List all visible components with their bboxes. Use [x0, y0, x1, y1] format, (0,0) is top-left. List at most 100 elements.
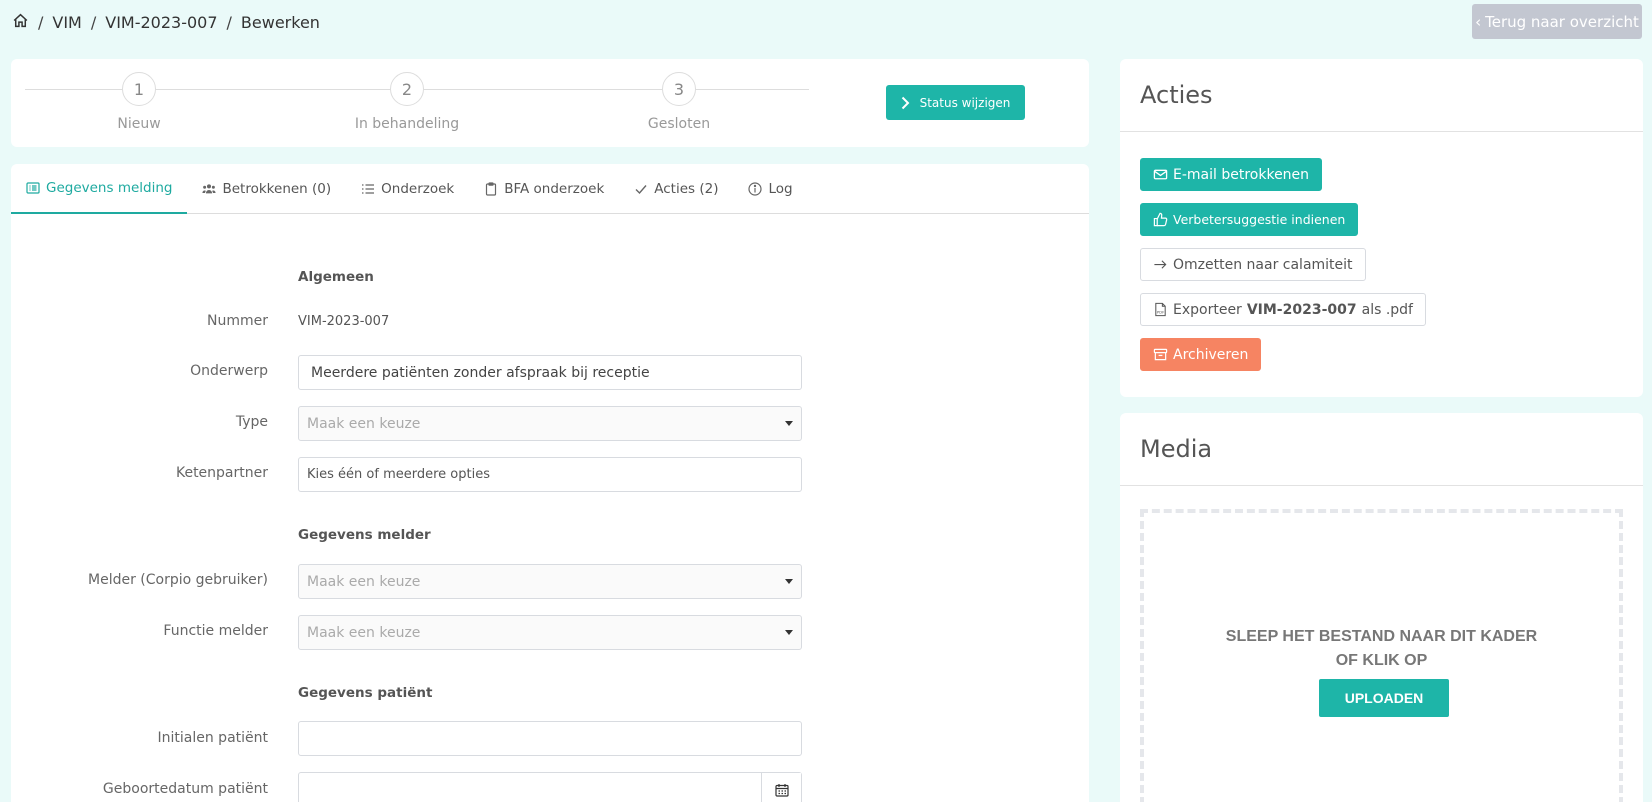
dropzone-line-1: Sleep het bestand naar dit kader	[1225, 628, 1538, 645]
tab-acties[interactable]: Acties (2)	[619, 164, 733, 214]
chevron-left-icon: ‹	[1475, 12, 1482, 31]
initialen-input[interactable]	[298, 721, 802, 756]
change-status-button[interactable]: Status wijzigen	[886, 85, 1025, 120]
suggestie-button-label: Verbetersuggestie indienen	[1173, 212, 1346, 227]
step-label: Gesloten	[647, 116, 711, 132]
step-label: Nieuw	[117, 116, 161, 132]
type-select[interactable]: Maak een keuze	[298, 406, 802, 441]
breadcrumb-item-current: Bewerken	[240, 13, 320, 32]
step-nieuw: 1 Nieuw	[39, 72, 239, 132]
functie-melder-select[interactable]: Maak een keuze	[298, 615, 802, 650]
geboortedatum-label: Geboortedatum patiënt	[102, 781, 268, 797]
arrow-right-icon	[1154, 260, 1167, 269]
dropzone-line-2: of klik op	[1335, 652, 1428, 669]
home-icon[interactable]	[12, 12, 29, 33]
step-number: 1	[122, 72, 156, 106]
melder-label: Melder (Corpio gebruiker)	[88, 572, 268, 588]
nummer-label: Nummer	[207, 313, 268, 329]
ketenpartner-multiselect[interactable]: Kies één of meerdere opties	[298, 457, 802, 492]
ketenpartner-placeholder: Kies één of meerdere opties	[307, 467, 490, 482]
ketenpartner-label: Ketenpartner	[175, 465, 268, 481]
onderwerp-value: Meerdere patiënten zonder afspraak bij r…	[311, 364, 650, 381]
geboortedatum-input[interactable]	[298, 772, 802, 802]
acties-title: Acties	[1140, 81, 1213, 109]
breadcrumb: / VIM / VIM-2023-007 / Bewerken	[12, 12, 320, 33]
upload-button-label: Uploaden	[1344, 690, 1424, 706]
top-bar: / VIM / VIM-2023-007 / Bewerken ‹ Terug …	[0, 0, 1652, 46]
check-icon	[635, 185, 647, 195]
step-in-behandeling: 2 In behandeling	[307, 72, 507, 132]
breadcrumb-separator: /	[90, 13, 97, 32]
step-number: 2	[390, 72, 424, 106]
initialen-label: Initialen patiënt	[157, 730, 269, 746]
melding-details-card: Gegevens melding Betrokkenen (0) Onderzo…	[11, 164, 1089, 802]
media-title: Media	[1140, 435, 1213, 463]
envelope-icon	[1153, 169, 1168, 180]
clipboard-icon	[486, 182, 497, 196]
thumbs-up-icon	[1153, 212, 1168, 227]
breadcrumb-separator: /	[38, 13, 44, 32]
tab-betrokkenen[interactable]: Betrokkenen (0)	[187, 164, 346, 214]
tab-label: Gegevens melding	[46, 180, 173, 196]
onderwerp-input[interactable]: Meerdere patiënten zonder afspraak bij r…	[298, 355, 802, 390]
dropzone-instructions: Sleep het bestand naar dit kader of klik…	[1144, 625, 1619, 673]
functie-placeholder: Maak een keuze	[307, 624, 421, 641]
tab-onderzoek[interactable]: Onderzoek	[346, 164, 469, 214]
export-code: VIM-2023-007	[1246, 301, 1357, 318]
list-alt-icon	[26, 182, 40, 194]
melder-placeholder: Maak een keuze	[307, 573, 421, 590]
omzetten-calamiteit-button[interactable]: Omzetten naar calamiteit	[1140, 248, 1366, 281]
section-heading-patient: Gegevens patiënt	[298, 685, 433, 701]
back-to-overview-button[interactable]: ‹ Terug naar overzicht	[1472, 4, 1642, 39]
export-pdf-button[interactable]: PDF Exporteer VIM-2023-007 als .pdf	[1140, 293, 1426, 326]
list-icon	[362, 184, 375, 194]
step-number: 3	[662, 72, 696, 106]
status-stepper: 1 Nieuw 2 In behandeling 3 Gesloten Stat…	[11, 59, 1089, 147]
melder-select[interactable]: Maak een keuze	[298, 564, 802, 599]
export-prefix: Exporteer	[1173, 301, 1242, 318]
acties-panel: Acties E-mail betrokkenen Verbetersugges…	[1120, 59, 1643, 397]
archive-button-label: Archiveren	[1173, 346, 1249, 363]
step-label: In behandeling	[354, 116, 460, 132]
media-panel: Media Sleep het bestand naar dit kader o…	[1120, 413, 1643, 802]
tab-label: Acties (2)	[654, 181, 719, 197]
users-icon	[202, 184, 217, 194]
tab-bfa-onderzoek[interactable]: BFA onderzoek	[469, 164, 619, 214]
email-betrokkenen-button[interactable]: E-mail betrokkenen	[1140, 158, 1323, 191]
tab-gegevens-melding[interactable]: Gegevens melding	[11, 164, 188, 214]
onderwerp-label: Onderwerp	[190, 363, 268, 379]
verbetersuggestie-button[interactable]: Verbetersuggestie indienen	[1140, 203, 1359, 236]
info-icon	[748, 182, 763, 196]
functie-melder-label: Functie melder	[163, 623, 268, 639]
calendar-icon[interactable]	[761, 773, 801, 802]
archive-icon	[1153, 348, 1168, 361]
caret-down-icon	[785, 630, 793, 635]
section-heading-melder: Gegevens melder	[298, 527, 431, 543]
file-dropzone[interactable]: Sleep het bestand naar dit kader of klik…	[1140, 509, 1623, 802]
section-heading-algemeen: Algemeen	[298, 269, 374, 285]
archiveren-button[interactable]: Archiveren	[1140, 338, 1262, 371]
change-status-label: Status wijzigen	[919, 95, 1011, 110]
divider	[1120, 131, 1643, 132]
type-placeholder: Maak een keuze	[307, 415, 421, 432]
tab-label: Betrokkenen (0)	[222, 181, 332, 197]
omzetten-button-label: Omzetten naar calamiteit	[1173, 256, 1353, 273]
tab-label: Log	[768, 181, 793, 197]
svg-text:PDF: PDF	[1157, 310, 1164, 314]
tab-label: BFA onderzoek	[504, 181, 605, 197]
email-button-label: E-mail betrokkenen	[1173, 166, 1310, 183]
caret-down-icon	[785, 421, 793, 426]
export-suffix: als .pdf	[1361, 301, 1413, 318]
breadcrumb-separator: /	[226, 13, 232, 32]
tab-bar: Gegevens melding Betrokkenen (0) Onderzo…	[11, 164, 1089, 214]
caret-down-icon	[785, 579, 793, 584]
tab-label: Onderzoek	[381, 181, 455, 197]
type-label: Type	[235, 414, 268, 430]
breadcrumb-item-code[interactable]: VIM-2023-007	[105, 13, 217, 32]
nummer-value: VIM-2023-007	[298, 314, 390, 329]
tab-log[interactable]: Log	[733, 164, 807, 214]
pdf-file-icon: PDF	[1155, 302, 1166, 317]
back-button-label: Terug naar overzicht	[1485, 12, 1639, 31]
breadcrumb-item-vim[interactable]: VIM	[52, 13, 81, 32]
upload-button[interactable]: Uploaden	[1319, 679, 1449, 717]
